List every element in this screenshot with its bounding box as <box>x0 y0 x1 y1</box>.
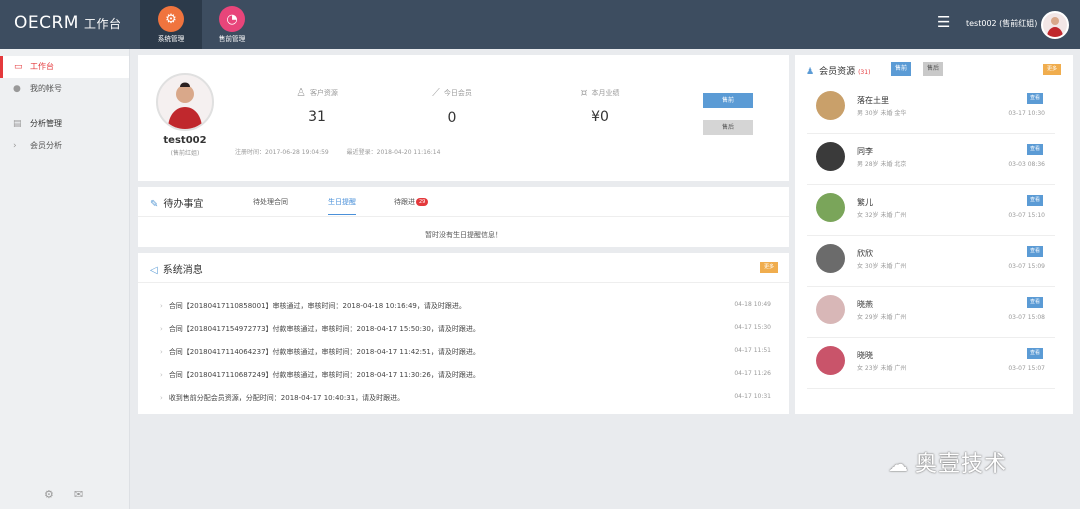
profile-avatar <box>156 73 214 131</box>
view-button[interactable]: 查看 <box>1026 144 1043 155</box>
tab-followup[interactable]: 待跟进 29 <box>394 197 429 207</box>
user-name[interactable]: test002 (售前红姐) <box>966 18 1037 29</box>
tab-birthday-reminder[interactable]: 生日提醒 <box>328 197 356 215</box>
message-time: 04-17 11:51 <box>734 347 771 354</box>
profile-name: test002 <box>163 135 207 146</box>
tab-pending-contracts[interactable]: 待处理合同 <box>253 197 288 207</box>
divider <box>138 216 789 217</box>
message-item[interactable]: 合同【20180417154972773】付款审核通过，审核时间：2018-04… <box>160 324 480 334</box>
message-time: 04-17 11:26 <box>734 370 771 377</box>
member-row[interactable]: 晓燕 女 29岁 未婚 广州 查看 03-07 15:08 <box>807 287 1055 338</box>
stat-today-members: ⟋ 今日会员 0 <box>432 86 472 126</box>
member-row[interactable]: 同李 男 28岁 未婚 北京 查看 03-03 08:36 <box>807 134 1055 185</box>
user-avatar[interactable] <box>1041 11 1069 39</box>
member-row[interactable]: 繁儿 女 32岁 未婚 广州 查看 03-07 15:10 <box>807 185 1055 236</box>
menu-icon[interactable]: ☰ <box>937 14 950 30</box>
stat-customers: ♙ 客户资源 31 <box>296 86 338 125</box>
settings-icon[interactable]: ⚙ <box>44 488 54 501</box>
sidebar: ▭ 工作台 ● 我的帐号 ▤ 分析管理 › 会员分析 ⚙ ✉ <box>0 49 130 509</box>
sidebar-item-account[interactable]: ● 我的帐号 <box>0 78 129 100</box>
desktop-icon: ▭ <box>14 62 23 72</box>
members-aftersale-button[interactable]: 售后 <box>923 62 944 76</box>
aftersale-button[interactable]: 售后 <box>703 120 753 135</box>
edit-icon: ✎ <box>150 199 159 210</box>
sidebar-item-workbench[interactable]: ▭ 工作台 <box>0 56 129 78</box>
view-button[interactable]: 查看 <box>1026 246 1043 257</box>
member-row[interactable]: 晓晓 女 23岁 未婚 广州 查看 03-07 15:07 <box>807 338 1055 389</box>
member-avatar <box>816 142 845 171</box>
members-title: ♟ 会员资源 (31) <box>806 67 871 77</box>
message-item[interactable]: 合同【20180417110687249】付款审核通过，审核时间：2018-04… <box>160 370 480 380</box>
view-button[interactable]: 查看 <box>1026 297 1043 308</box>
presale-button[interactable]: 售前 <box>703 93 753 108</box>
nav-tab-system[interactable]: ⚙ 系统管理 <box>140 0 202 49</box>
member-avatar <box>816 346 845 375</box>
sysmsg-title: ◁ 系统消息 <box>150 265 203 276</box>
mail-icon[interactable]: ✉ <box>74 488 83 501</box>
member-avatar <box>816 295 845 324</box>
system-messages-card: ◁系统消息 更多 合同【20180417110858001】审核通过，审核时间：… <box>138 253 789 414</box>
user-icon: ● <box>13 84 21 94</box>
wechat-icon: ☁ <box>888 452 909 476</box>
chart-line-icon: ⟋ <box>432 86 440 99</box>
todo-card: ✎ 待办事宜 待处理合同 生日提醒 待跟进 29 暂时没有生日提醒信息！ <box>138 187 789 247</box>
last-login-time: 最近登录：2018-04-20 11:16:14 <box>346 149 441 156</box>
sidebar-item-member-analysis[interactable]: › 会员分析 <box>0 135 129 157</box>
divider <box>138 282 789 283</box>
top-bar: OECRM 工作台 ⚙ 系统管理 ◔ 售前管理 ☰ test002 (售前红姐) <box>0 0 1080 49</box>
chevron-right-icon: › <box>13 141 17 151</box>
view-button[interactable]: 查看 <box>1026 348 1043 359</box>
view-button[interactable]: 查看 <box>1026 93 1043 104</box>
chart-icon: ▤ <box>13 119 22 129</box>
members-presale-button[interactable]: 售前 <box>891 62 912 76</box>
users-icon: ♟ <box>806 67 815 77</box>
watermark: ☁ 奥壹技术 <box>888 452 1008 477</box>
register-time: 注册时间：2017-06-28 19:04:59 <box>235 149 329 156</box>
profile-card: test002 (售前红姐) ♙ 客户资源 31 ⟋ 今日会员 0 ¤ 本月业绩 ¥0… <box>138 55 789 181</box>
gear-icon: ⚙ <box>158 6 184 32</box>
view-button[interactable]: 查看 <box>1026 195 1043 206</box>
member-resources-card: ♟ 会员资源 (31) 售前 售后 更多 落在土里 男 30岁 未婚 金华 查看 0… <box>795 55 1073 414</box>
member-row[interactable]: 欣欣 女 30岁 未婚 广州 查看 03-07 15:09 <box>807 236 1055 287</box>
member-avatar <box>816 244 845 273</box>
pie-icon: ◔ <box>219 6 245 32</box>
empty-message: 暂时没有生日提醒信息！ <box>425 231 502 239</box>
nav-tab-presale[interactable]: ◔ 售前管理 <box>201 0 263 49</box>
profile-times: 注册时间：2017-06-28 19:04:59 最近登录：2018-04-20… <box>235 147 456 156</box>
todo-title: ✎ 待办事宜 <box>150 199 204 210</box>
app-brand[interactable]: OECRM 工作台 <box>14 13 122 33</box>
money-bag-icon: ¤ <box>580 86 588 99</box>
member-row[interactable]: 落在土里 男 30岁 未婚 金华 查看 03-17 10:30 <box>807 83 1055 134</box>
user-outline-icon: ♙ <box>296 86 306 99</box>
message-item[interactable]: 合同【20180417114064237】付款审核通过，审核时间：2018-04… <box>160 347 480 357</box>
message-time: 04-17 10:31 <box>734 393 771 400</box>
member-avatar <box>816 193 845 222</box>
message-item[interactable]: 收到售前分配会员资源，分配时间：2018-04-17 10:40:31，请及时跟… <box>160 393 404 403</box>
speaker-icon: ◁ <box>150 265 158 276</box>
message-time: 04-18 10:49 <box>734 301 771 308</box>
stat-monthly-sales: ¤ 本月业绩 ¥0 <box>580 86 620 125</box>
member-avatar <box>816 91 845 120</box>
sysmsg-more-button[interactable]: 更多 <box>760 262 779 273</box>
members-more-button[interactable]: 更多 <box>1043 64 1062 75</box>
message-item[interactable]: 合同【20180417110858001】审核通过，审核时间：2018-04-1… <box>160 301 466 311</box>
profile-role: (售前红姐) <box>170 150 200 157</box>
followup-badge: 29 <box>416 198 429 206</box>
message-time: 04-17 15:30 <box>734 324 771 331</box>
sidebar-item-analysis[interactable]: ▤ 分析管理 <box>0 113 129 135</box>
